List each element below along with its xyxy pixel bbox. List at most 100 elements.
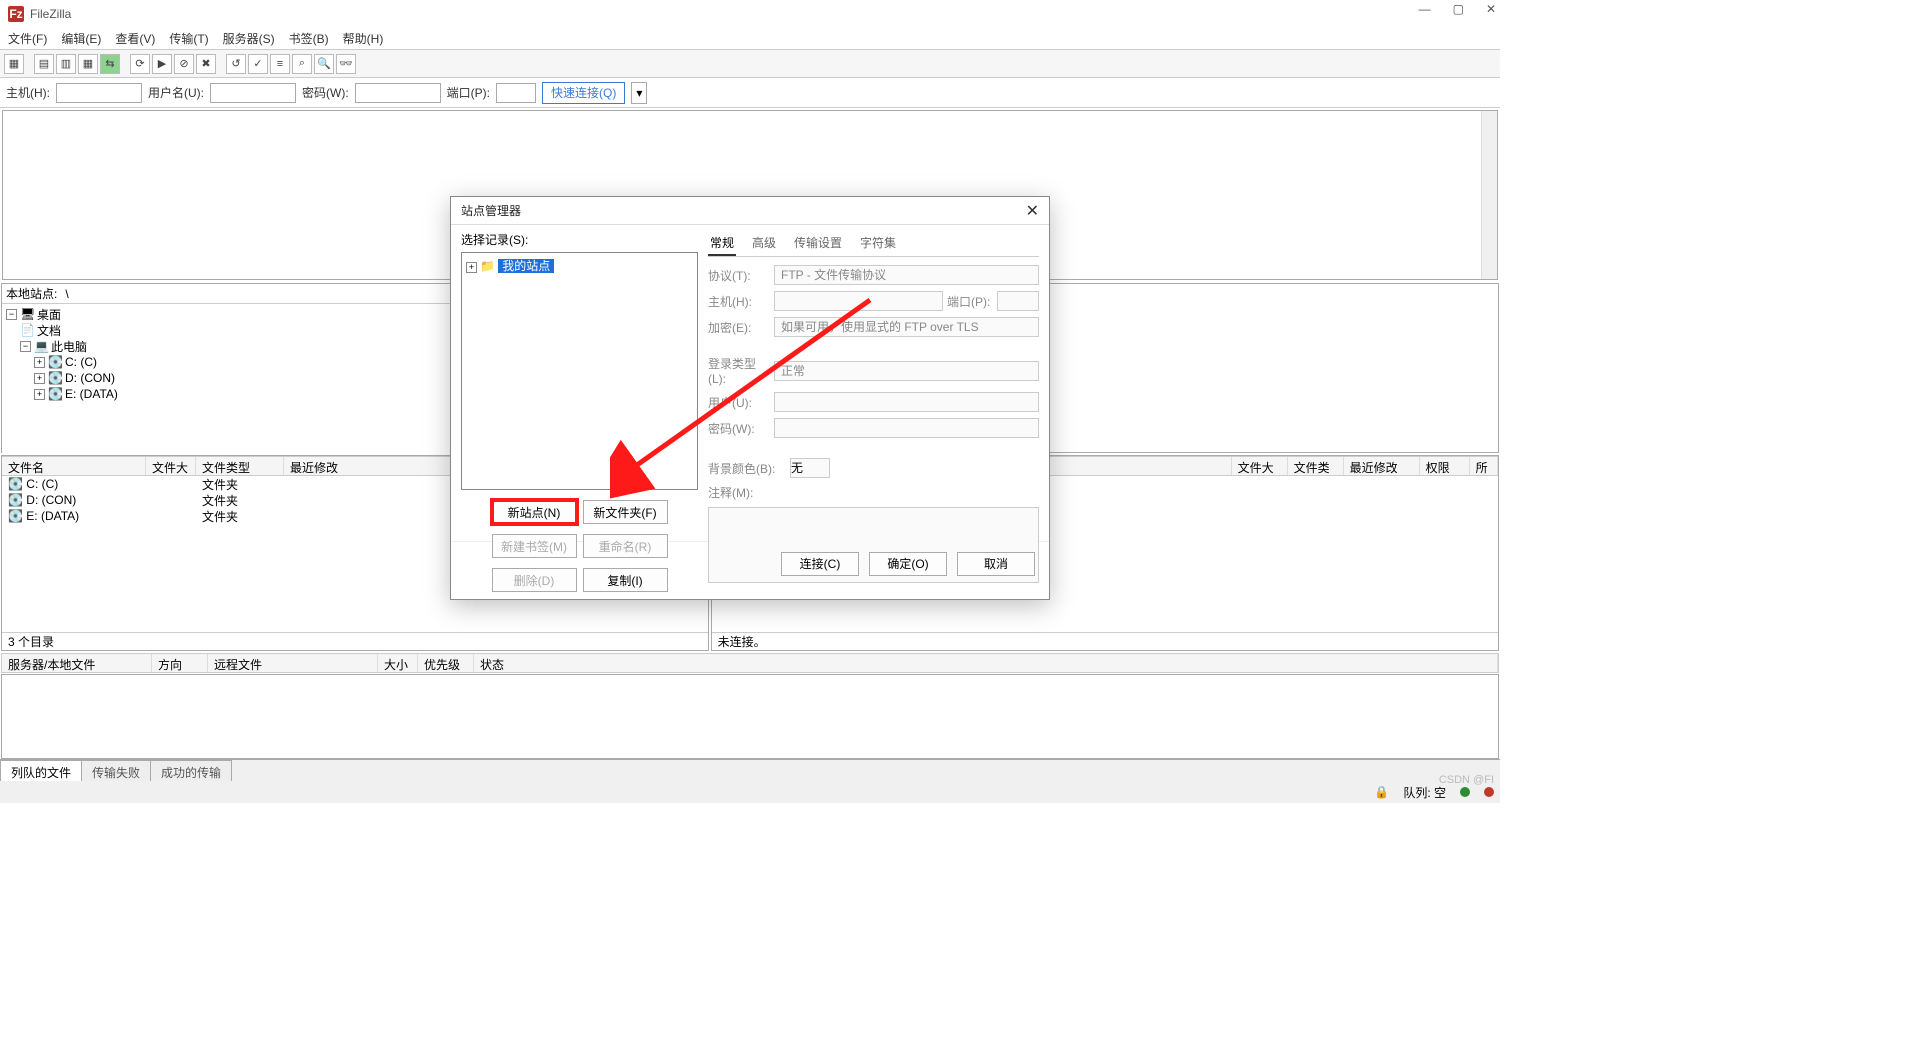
refresh-icon[interactable]: ⟳ [130,54,150,74]
menu-view[interactable]: 查看(V) [115,30,155,47]
lock-icon: 🔒 [1374,785,1389,799]
qcol-remote[interactable]: 远程文件 [208,654,378,672]
tree-c[interactable]: C: (C) [65,355,97,369]
tab-success[interactable]: 成功的传输 [150,760,232,781]
filter-icon[interactable]: ✓ [248,54,268,74]
user-label: 用户名(U): [148,84,204,101]
search-icon[interactable]: 🔍 [314,54,334,74]
tab-transfer-settings[interactable]: 传输设置 [792,231,844,256]
new-site-button[interactable]: 新站点(N) [492,500,577,524]
protocol-label: 协议(T): [708,267,770,284]
tab-general[interactable]: 常规 [708,231,736,256]
menu-bookmarks[interactable]: 书签(B) [289,30,329,47]
queue-status: 队列: 空 [1403,784,1446,801]
tree-desktop[interactable]: 桌面 [37,306,61,323]
toggle-remote-tree-icon[interactable]: ▦ [78,54,98,74]
bgcolor-select[interactable]: 无 [790,458,830,478]
ok-button[interactable]: 确定(O) [869,552,947,576]
menu-file[interactable]: 文件(F) [8,30,47,47]
statusbar: 🔒 队列: 空 [0,781,1500,803]
copy-button[interactable]: 复制(I) [583,568,668,592]
dialog-port-input[interactable] [997,291,1039,311]
qcol-dir[interactable]: 方向 [152,654,208,672]
pass-input[interactable] [355,83,441,103]
protocol-select[interactable]: FTP - 文件传输协议 [774,265,1039,285]
tree-d[interactable]: D: (CON) [65,371,115,385]
tab-failed[interactable]: 传输失败 [81,760,151,781]
dialog-host-input[interactable] [774,291,943,311]
host-input[interactable] [56,83,142,103]
process-queue-icon[interactable]: ▶ [152,54,172,74]
reconnect-icon[interactable]: ↺ [226,54,246,74]
toggle-queue-icon[interactable]: ⇆ [100,54,120,74]
status-dot-red [1484,787,1494,797]
col-type[interactable]: 文件类型 [196,457,284,475]
queue-header: 服务器/本地文件 方向 远程文件 大小 优先级 状态 [1,653,1499,673]
titlebar: Fz FileZilla — ▢ ✕ [0,0,1500,28]
port-label: 端口(P): [447,84,490,101]
minimize-button[interactable]: — [1419,2,1431,16]
disconnect-icon[interactable]: ✖ [196,54,216,74]
rcol-type[interactable]: 文件类型 [1288,457,1344,475]
menu-help[interactable]: 帮助(H) [343,30,384,47]
dialog-tabs: 常规 高级 传输设置 字符集 [708,231,1039,257]
new-folder-button[interactable]: 新文件夹(F) [583,500,668,524]
dialog-pass-input[interactable] [774,418,1039,438]
encryption-select[interactable]: 如果可用，使用显式的 FTP over TLS [774,317,1039,337]
local-status: 3 个目录 [2,632,708,650]
toggle-log-icon[interactable]: ▤ [34,54,54,74]
dialog-title: 站点管理器 [461,202,521,219]
qcol-server[interactable]: 服务器/本地文件 [2,654,152,672]
comment-label: 注释(M): [708,484,770,501]
cancel-button[interactable]: 取消 [957,552,1035,576]
tree-pc[interactable]: 此电脑 [51,338,87,355]
tree-mysites[interactable]: 我的站点 [498,259,554,273]
rcol-mtime[interactable]: 最近修改 [1344,457,1420,475]
logontype-label: 登录类型(L): [708,355,770,386]
quickconnect-bar: 主机(H): 用户名(U): 密码(W): 端口(P): 快速连接(Q) ▾ [0,78,1500,108]
log-scrollbar[interactable] [1481,111,1497,279]
toggle-local-tree-icon[interactable]: ▥ [56,54,76,74]
qcol-state[interactable]: 状态 [474,654,1498,672]
rcol-owner[interactable]: 所有者/组 [1470,457,1498,475]
app-title: FileZilla [30,7,71,21]
col-name[interactable]: 文件名 [2,457,146,475]
connect-button[interactable]: 连接(C) [781,552,859,576]
col-size[interactable]: 文件大小 [146,457,196,475]
maximize-button[interactable]: ▢ [1453,2,1464,16]
qcol-prio[interactable]: 优先级 [418,654,474,672]
menu-edit[interactable]: 编辑(E) [61,30,101,47]
find-icon[interactable]: 👓 [336,54,356,74]
logontype-select[interactable]: 正常 [774,361,1039,381]
tab-advanced[interactable]: 高级 [750,231,778,256]
status-dot-green [1460,787,1470,797]
port-field-label: 端口(P): [947,293,993,310]
close-button[interactable]: ✕ [1486,2,1496,16]
quickconnect-button[interactable]: 快速连接(Q) [542,82,625,104]
dialog-close-icon[interactable]: ✕ [1026,201,1039,221]
site-manager-icon[interactable]: ▦ [4,54,24,74]
tab-charset[interactable]: 字符集 [858,231,898,256]
menu-server[interactable]: 服务器(S) [223,30,275,47]
delete-button: 删除(D) [492,568,577,592]
menu-transfer[interactable]: 传输(T) [169,30,208,47]
rename-button: 重命名(R) [583,534,668,558]
encryption-label: 加密(E): [708,319,770,336]
sync-browse-icon[interactable]: ⌕ [292,54,312,74]
port-input[interactable] [496,83,536,103]
user-input[interactable] [210,83,296,103]
dialog-user-input[interactable] [774,392,1039,412]
tree-docs[interactable]: 文档 [37,322,61,339]
rcol-size[interactable]: 文件大小 [1232,457,1288,475]
qcol-size[interactable]: 大小 [378,654,418,672]
new-bookmark-button: 新建书签(M) [492,534,577,558]
tree-e[interactable]: E: (DATA) [65,387,118,401]
tab-queued[interactable]: 列队的文件 [0,760,82,781]
quickconnect-dropdown[interactable]: ▾ [631,82,647,104]
app-logo-icon: Fz [8,6,24,22]
compare-icon[interactable]: ≡ [270,54,290,74]
sites-tree[interactable]: +📁 我的站点 [461,252,698,490]
queue-body[interactable] [1,674,1499,759]
cancel-icon[interactable]: ⊘ [174,54,194,74]
rcol-perm[interactable]: 权限 [1420,457,1470,475]
